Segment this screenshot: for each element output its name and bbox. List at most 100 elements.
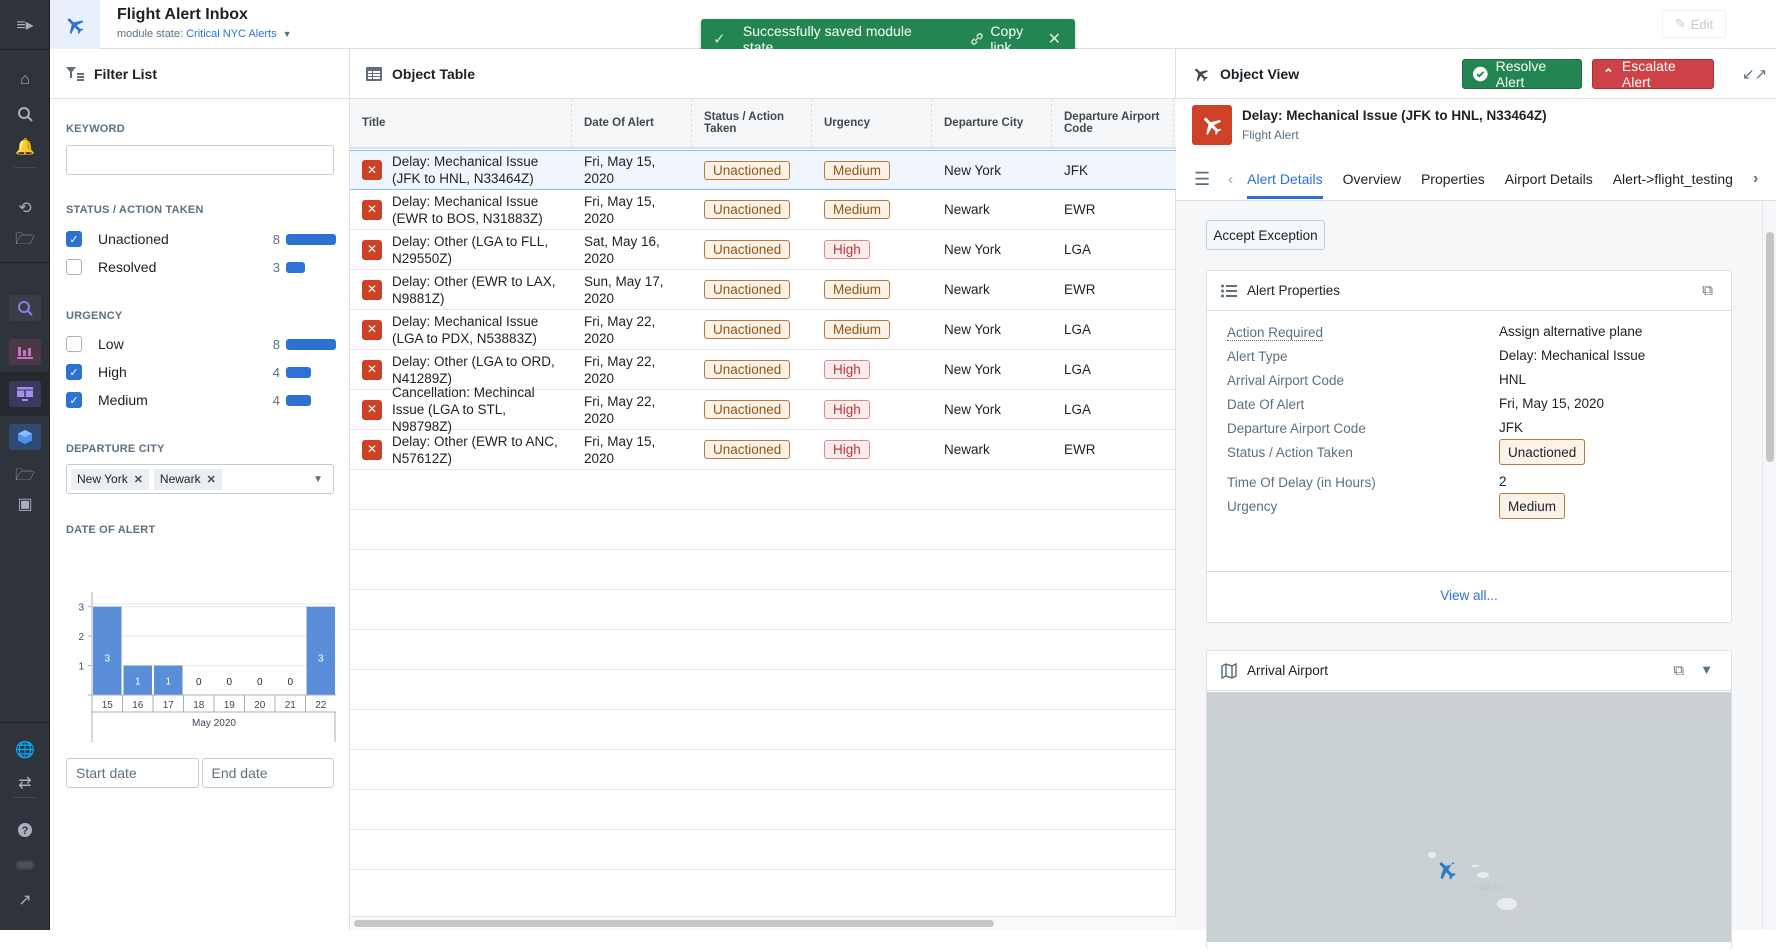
module-state-link[interactable]: Critical NYC Alerts: [186, 28, 276, 40]
property-label: Alert Type: [1227, 349, 1288, 364]
cell-title: ✕ Delay: Other (LGA to ORD, N41289Z): [350, 353, 572, 387]
column-header-departure-code[interactable]: Departure Airport Code: [1052, 99, 1174, 147]
open-external-icon[interactable]: ⧉: [1673, 662, 1684, 679]
urgency-option-low[interactable]: Low 8: [66, 333, 336, 355]
accept-exception-button[interactable]: Accept Exception: [1206, 220, 1325, 250]
tab-alert-details[interactable]: Alert Details: [1247, 159, 1324, 199]
status-option-unactioned[interactable]: ✓ Unactioned 8: [66, 228, 336, 250]
folder-icon[interactable]: 🗁: [9, 228, 41, 254]
option-label: Low: [98, 336, 124, 352]
island-shape: [1428, 852, 1436, 858]
column-header-status[interactable]: Status / Action Taken: [692, 99, 812, 147]
histogram-bar[interactable]: [93, 606, 122, 695]
close-toast-icon[interactable]: ✕: [1048, 29, 1061, 49]
tab-overview[interactable]: Overview: [1343, 159, 1401, 199]
end-date-input[interactable]: End date: [201, 758, 334, 788]
table-row[interactable]: ✕ Delay: Mechanical Issue (LGA to PDX, N5…: [350, 310, 1176, 350]
edit-button[interactable]: ✎ Edit: [1662, 10, 1726, 38]
property-label[interactable]: Action Required: [1227, 325, 1324, 341]
table-row[interactable]: ✕ Delay: Mechanical Issue (JFK to HNL, N3…: [350, 150, 1176, 190]
remove-tag-icon[interactable]: ✕: [207, 473, 216, 486]
empty-row: [350, 750, 1176, 790]
departure-city-select[interactable]: New York ✕ Newark ✕ ▼: [66, 464, 334, 494]
tab-alert-flight-testing[interactable]: Alert->flight_testing: [1613, 159, 1733, 199]
horizontal-scrollbar[interactable]: [350, 916, 1176, 930]
help-icon[interactable]: ?: [9, 817, 41, 843]
cell-status: Unactioned: [692, 160, 812, 180]
tab-airport-details[interactable]: Airport Details: [1505, 159, 1593, 199]
count-bar: [286, 233, 336, 245]
option-label: Unactioned: [98, 231, 169, 247]
column-header-title[interactable]: Title: [350, 99, 572, 147]
checkbox-checked[interactable]: ✓: [66, 364, 82, 380]
checkbox-unchecked[interactable]: [66, 259, 82, 275]
checkbox-checked[interactable]: ✓: [66, 392, 82, 408]
date-text: Sun, May 17, 2020: [584, 273, 664, 306]
option-label: Medium: [98, 392, 148, 408]
filter-icon[interactable]: ▼: [1700, 662, 1713, 679]
minimize-icon[interactable]: ↙↗: [1742, 65, 1767, 83]
favorite-folder-icon[interactable]: 🗁: [9, 464, 41, 490]
object-table-panel: Object Table Title Date Of Alert Status …: [350, 49, 1176, 930]
urgency-pill: High: [824, 240, 870, 259]
menu-expand-icon[interactable]: ≡▸: [9, 12, 41, 38]
tab-properties[interactable]: Properties: [1421, 159, 1485, 199]
vertical-scrollbar-thumb[interactable]: [1766, 232, 1774, 462]
keyword-input[interactable]: [66, 145, 334, 175]
workshop-icon[interactable]: [9, 381, 41, 407]
checkbox-checked[interactable]: ✓: [66, 231, 82, 247]
column-header-urgency[interactable]: Urgency: [812, 99, 932, 147]
status-option-resolved[interactable]: Resolved 3: [66, 256, 336, 278]
filter-header: Filter List: [50, 49, 349, 99]
resolve-alert-button[interactable]: Resolve Alert: [1462, 58, 1582, 90]
bell-icon[interactable]: 🔔: [9, 134, 41, 160]
tab-scroll-left-icon[interactable]: ‹: [1228, 171, 1233, 188]
urgency-option-medium[interactable]: ✓ Medium 4: [66, 389, 336, 411]
table-row[interactable]: ✕ Cancellation: Mechincal Issue (LGA to S…: [350, 385, 1176, 434]
globe-icon[interactable]: 🌐: [9, 737, 41, 763]
column-header-departure-city[interactable]: Departure City: [932, 99, 1052, 147]
airport-marker-icon[interactable]: [1433, 856, 1460, 883]
table-row[interactable]: ✕ Delay: Other (EWR to LAX, N9881Z) Sun, M…: [350, 270, 1176, 310]
arrival-airport-map[interactable]: HAWAII: [1207, 692, 1731, 942]
start-date-input[interactable]: Start date: [66, 758, 199, 788]
view-all-link[interactable]: View all...: [1207, 588, 1731, 603]
arrival-airport-card: Arrival Airport ⧉ ▼ HAWAII: [1206, 650, 1732, 950]
history-icon[interactable]: ⟲: [9, 195, 41, 221]
table-row[interactable]: ✕ Delay: Other (EWR to ANC, N57612Z) Fri, …: [350, 430, 1176, 470]
date-histogram[interactable]: 1 2 3 3 15 1 16 1 17 0 18 0 19 0 20 0 21 3 22 May 2020: [66, 592, 336, 757]
object-explorer-icon[interactable]: [9, 295, 41, 321]
search-icon[interactable]: [9, 101, 41, 127]
cell-date: Fri, May 15, 2020: [572, 193, 692, 227]
cell-date: Fri, May 22, 2020: [572, 393, 692, 427]
urgency-option-high[interactable]: ✓ High 4: [66, 361, 336, 383]
scrollbar-thumb[interactable]: [354, 920, 994, 927]
column-header-date[interactable]: Date Of Alert: [572, 99, 692, 147]
open-external-icon[interactable]: ⧉: [1702, 282, 1713, 299]
caret-down-icon[interactable]: ▼: [313, 474, 323, 485]
cell-departure-code: LGA: [1052, 241, 1174, 258]
histogram-bar[interactable]: [306, 606, 336, 695]
shuffle-icon[interactable]: ⇄: [9, 770, 41, 796]
escalate-alert-button[interactable]: ⌃ Escalate Alert: [1592, 58, 1714, 90]
cell-title-text: Delay: Mechanical Issue (JFK to HNL, N33…: [392, 154, 539, 186]
table-row[interactable]: ✕ Delay: Mechanical Issue (EWR to BOS, N3…: [350, 190, 1176, 230]
checkbox-unchecked[interactable]: [66, 336, 82, 352]
quiver-chart-icon[interactable]: [9, 339, 41, 365]
property-value: Medium: [1499, 493, 1566, 519]
ontology-cube-icon[interactable]: [9, 424, 41, 450]
remove-tag-icon[interactable]: ✕: [134, 473, 143, 486]
collapse-arrow-icon[interactable]: ↗: [9, 887, 41, 913]
favorite-object-icon[interactable]: ▣: [9, 491, 41, 517]
table-row[interactable]: ✕ Delay: Other (LGA to FLL, N29550Z) Sat, …: [350, 230, 1176, 270]
tab-scroll-right-icon[interactable]: ›: [1753, 170, 1758, 188]
home-icon[interactable]: ⌂: [9, 67, 41, 93]
caret-down-icon[interactable]: ▼: [283, 29, 292, 39]
account-avatar[interactable]: [9, 852, 41, 878]
x-tick-label: 15: [102, 700, 114, 711]
property-label: Date Of Alert: [1227, 397, 1305, 412]
city-text: New York: [944, 242, 1002, 257]
cell-date: Fri, May 22, 2020: [572, 353, 692, 387]
module-state[interactable]: module state: Critical NYC Alerts ▼: [117, 28, 292, 40]
hamburger-menu-icon[interactable]: ☰: [1194, 169, 1210, 190]
